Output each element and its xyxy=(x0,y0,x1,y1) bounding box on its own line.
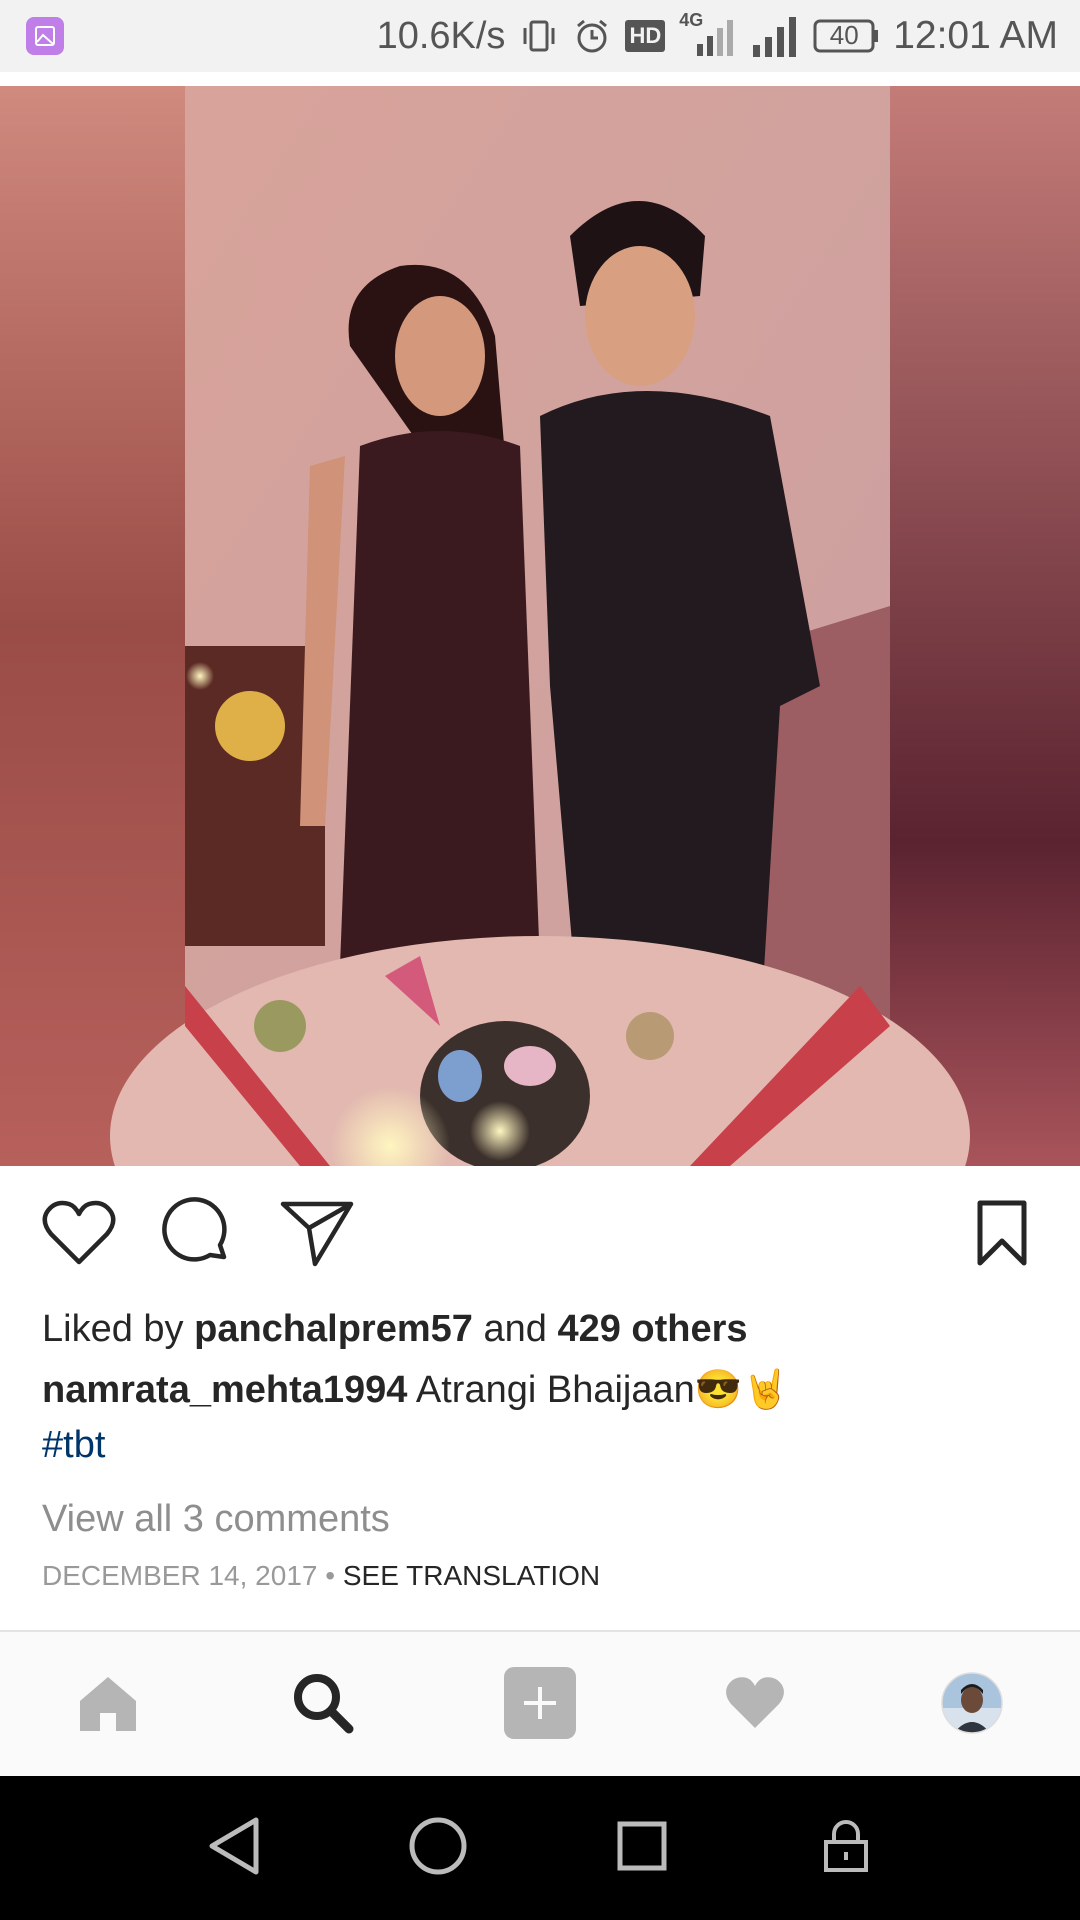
nav-search-button[interactable] xyxy=(263,1632,383,1778)
search-icon xyxy=(291,1671,355,1740)
post-meta: DECEMBER 14, 2017 • SEE TRANSLATION xyxy=(42,1558,600,1594)
status-indicators: 10.6K/s HD 4G 40 12:01 AM xyxy=(376,10,1058,58)
home-icon xyxy=(76,1673,140,1738)
post-photo[interactable] xyxy=(0,86,1080,1166)
system-home-button[interactable] xyxy=(378,1776,498,1920)
likes-summary[interactable]: Liked by panchalprem57 and 429 others xyxy=(42,1304,748,1354)
vibrate-icon xyxy=(519,16,559,56)
likes-connector: and xyxy=(483,1308,547,1350)
signal-icon xyxy=(751,15,799,57)
bottom-navigation xyxy=(0,1630,1080,1776)
alarm-icon xyxy=(573,17,611,55)
system-lock-button[interactable] xyxy=(786,1776,906,1920)
activity-heart-icon xyxy=(723,1674,787,1737)
post-date: DECEMBER 14, 2017 xyxy=(42,1560,318,1591)
hashtag-link[interactable]: #tbt xyxy=(42,1420,105,1470)
caption-username-link[interactable]: namrata_mehta1994 xyxy=(42,1369,407,1411)
like-button[interactable] xyxy=(34,1190,124,1280)
comment-button[interactable] xyxy=(153,1190,243,1280)
save-button[interactable] xyxy=(957,1190,1047,1280)
back-icon xyxy=(206,1816,262,1881)
comment-bubble-icon xyxy=(162,1196,234,1274)
bookmark-icon xyxy=(976,1199,1028,1272)
likes-prefix: Liked by xyxy=(42,1308,184,1350)
heart-outline-icon xyxy=(41,1198,117,1273)
liked-by-user-link[interactable]: panchalprem57 xyxy=(194,1308,473,1350)
add-post-icon xyxy=(504,1666,576,1744)
nav-add-post-button[interactable] xyxy=(480,1632,600,1778)
view-comments-link[interactable]: View all 3 comments xyxy=(42,1494,390,1544)
nav-activity-button[interactable] xyxy=(695,1632,815,1778)
likes-others-link[interactable]: 429 others xyxy=(557,1308,747,1350)
meta-separator: • xyxy=(325,1560,336,1591)
network-speed: 10.6K/s xyxy=(376,14,506,57)
post-caption: namrata_mehta1994 Atrangi Bhaijaan😎🤘 xyxy=(42,1365,1042,1415)
home-circle-icon xyxy=(408,1816,468,1881)
nav-profile-button[interactable] xyxy=(912,1632,1032,1778)
gallery-app-icon xyxy=(26,17,64,55)
profile-avatar xyxy=(941,1671,1003,1739)
post-actions xyxy=(0,1190,1080,1280)
share-button[interactable] xyxy=(272,1190,362,1280)
4g-signal-icon: 4G xyxy=(679,10,737,58)
see-translation-link[interactable]: SEE TRANSLATION xyxy=(343,1560,600,1591)
hd-icon: HD xyxy=(625,20,666,52)
battery-icon: 40 xyxy=(813,19,879,53)
nav-home-button[interactable] xyxy=(48,1632,168,1778)
recents-icon xyxy=(616,1820,668,1877)
lock-icon xyxy=(822,1818,870,1879)
system-navigation-bar xyxy=(0,1776,1080,1920)
clock: 12:01 AM xyxy=(893,14,1058,57)
system-back-button[interactable] xyxy=(174,1776,294,1920)
status-bar: 10.6K/s HD 4G 40 12:01 AM xyxy=(0,0,1080,72)
paper-plane-icon xyxy=(279,1198,355,1273)
system-recents-button[interactable] xyxy=(582,1776,702,1920)
caption-text: Atrangi Bhaijaan😎🤘 xyxy=(415,1369,790,1411)
